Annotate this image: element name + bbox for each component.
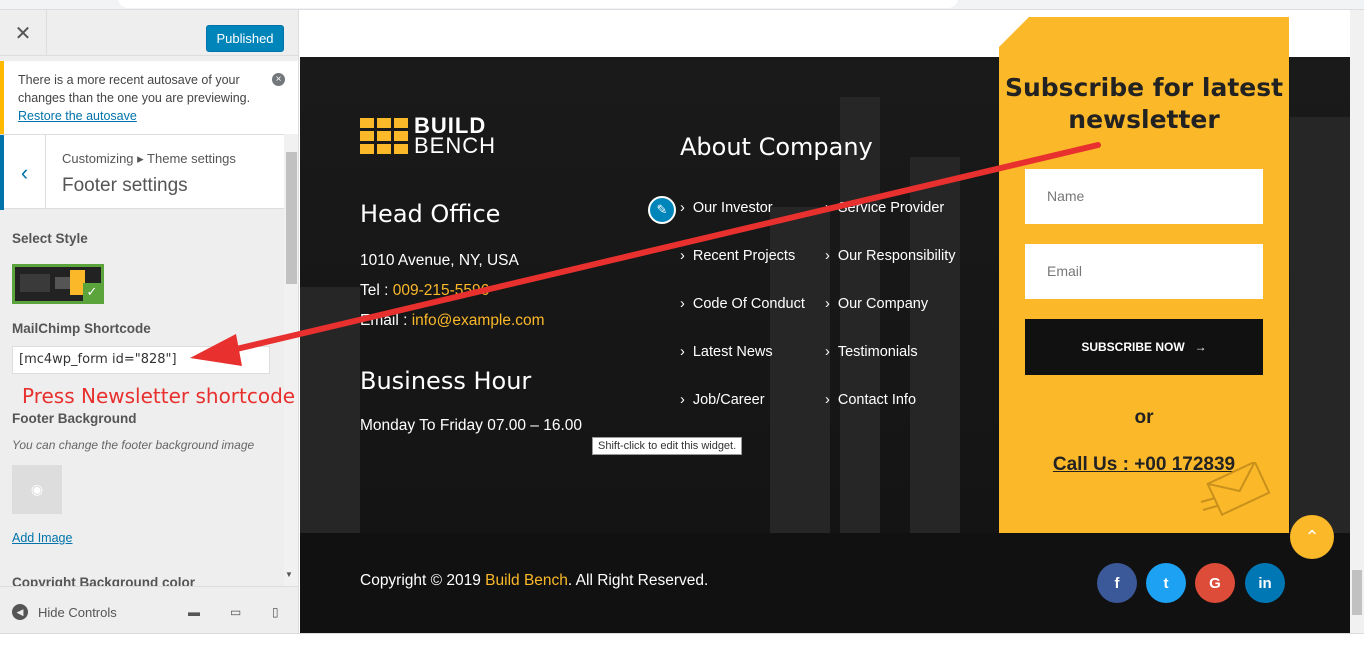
chevron-left-icon: ‹ [20, 159, 29, 185]
panel-scroll-thumb[interactable] [286, 152, 297, 284]
head-office-heading: Head Office [360, 200, 501, 228]
subscribe-box: Subscribe for latest newsletter Name Ema… [999, 17, 1289, 533]
tel-label: Tel : [360, 282, 389, 299]
copyright-brand-link[interactable]: Build Bench [485, 572, 568, 589]
eye-icon: ◉ [30, 481, 44, 497]
arrow-right-icon: → [1194, 340, 1207, 354]
page-scroll-thumb[interactable] [1352, 570, 1362, 615]
dismiss-icon[interactable]: × [272, 73, 285, 86]
google-button[interactable]: G [1195, 563, 1235, 603]
about-company-heading: About Company [680, 133, 873, 161]
hours-text: Monday To Friday 07.00 – 16.00 [360, 417, 583, 434]
publish-button[interactable]: Published [206, 25, 284, 52]
subscribe-now-button[interactable]: SUBSCRIBE NOW → [1025, 319, 1263, 375]
restore-autosave-link[interactable]: Restore the autosave [18, 109, 137, 123]
footer-background-label: Footer Background [12, 411, 137, 426]
autosave-notice: There is a more recent autosave of your … [0, 61, 298, 134]
footer-link[interactable]: Latest News [680, 344, 773, 360]
footer-link[interactable]: Our Company [825, 296, 928, 312]
or-separator: or [1134, 407, 1154, 428]
subscribe-title: Subscribe for latest newsletter [1004, 73, 1284, 134]
footer-link[interactable]: Our Investor [680, 200, 773, 216]
annotation-note: Press Newsletter shortcode [22, 384, 296, 408]
breadcrumb: Customizing ▸ Theme settings [62, 151, 236, 166]
collapse-icon: ◀ [12, 604, 28, 620]
hide-controls-button[interactable]: ◀ Hide Controls [12, 604, 117, 620]
widget-tooltip: Shift-click to edit this widget. [592, 437, 743, 455]
checkmark-icon: ✓ [83, 283, 101, 301]
hide-controls-label: Hide Controls [38, 604, 117, 620]
google-icon: G [1209, 574, 1221, 592]
copyright-prefix: Copyright © 2019 [360, 572, 481, 589]
page-scrollbar[interactable] [1350, 10, 1364, 633]
edit-widget-pencil-icon[interactable]: ✎ [648, 196, 676, 224]
twitter-button[interactable]: t [1146, 563, 1186, 603]
back-button[interactable]: ‹ [0, 135, 46, 210]
site-logo[interactable]: BUILD BENCH [360, 115, 497, 158]
section-title: Footer settings [62, 175, 188, 196]
panel-footer: ◀ Hide Controls ▬ ▭ ▯ [0, 586, 298, 633]
email-line: Email : info@example.com [360, 312, 545, 330]
email-label: Email : [360, 312, 408, 329]
subscribe-button-label: SUBSCRIBE NOW [1081, 340, 1185, 354]
add-image-link[interactable]: Add Image [12, 531, 72, 545]
site-preview: BUILD BENCH Head Office 1010 Avenue, NY,… [300, 10, 1350, 633]
linkedin-icon: in [1258, 574, 1272, 592]
close-customizer-button[interactable]: ✕ [0, 10, 47, 56]
envelope-icon [1200, 462, 1271, 516]
select-style-label: Select Style [12, 231, 88, 246]
footer-link[interactable]: Our Responsibility [825, 248, 956, 264]
address-text: 1010 Avenue, NY, USA [360, 252, 519, 269]
footer-style-option[interactable]: ✓ [12, 264, 104, 304]
scroll-to-top-button[interactable]: ⌃ [1290, 515, 1334, 559]
newsletter-name-input[interactable]: Name [1025, 169, 1263, 224]
copyright-text: Copyright © 2019 Build Bench. All Right … [360, 572, 708, 590]
brick-logo-icon [360, 118, 408, 154]
footer-link[interactable]: Job/Career [680, 392, 765, 408]
image-placeholder[interactable]: ◉ [12, 465, 62, 514]
tel-line: Tel : 009-215-5596 [360, 282, 489, 300]
linkedin-button[interactable]: in [1245, 563, 1285, 603]
tel-value[interactable]: 009-215-5596 [393, 282, 490, 299]
panel-header: ✕ Published [0, 10, 298, 56]
mailchimp-shortcode-input[interactable]: [mc4wp_form id="828"] [12, 346, 270, 374]
autosave-message: There is a more recent autosave of your … [18, 73, 251, 105]
footer-background-description: You can change the footer background ima… [12, 438, 255, 452]
footer-link[interactable]: Recent Projects [680, 248, 795, 264]
customizer-panel: ✕ Published There is a more recent autos… [0, 10, 299, 633]
close-icon: ✕ [14, 22, 32, 45]
desktop-preview-icon[interactable]: ▬ [188, 605, 202, 620]
mailchimp-label: MailChimp Shortcode [12, 321, 151, 336]
facebook-button[interactable]: f [1097, 563, 1137, 603]
footer-link[interactable]: Contact Info [825, 392, 916, 408]
facebook-icon: f [1114, 574, 1120, 592]
tablet-preview-icon[interactable]: ▭ [230, 605, 244, 620]
url-field[interactable] [118, 0, 958, 8]
mobile-preview-icon[interactable]: ▯ [272, 605, 286, 620]
copyright-suffix: . All Right Reserved. [567, 572, 709, 589]
newsletter-email-input[interactable]: Email [1025, 244, 1263, 299]
twitter-icon: t [1163, 574, 1169, 592]
email-value[interactable]: info@example.com [412, 312, 545, 329]
browser-address-bar [0, 0, 1364, 10]
business-hour-heading: Business Hour [360, 367, 532, 395]
footer-link[interactable]: Code Of Conduct [680, 296, 805, 312]
footer-link[interactable]: Service Provider [825, 200, 944, 216]
section-header: ‹ Customizing ▸ Theme settings Footer se… [0, 134, 284, 210]
bottom-edge [0, 633, 1364, 649]
scroll-down-arrow-icon[interactable]: ▼ [285, 570, 293, 579]
chevron-up-icon: ⌃ [1304, 526, 1320, 547]
logo-line-2: BENCH [414, 133, 497, 158]
footer-link[interactable]: Testimonials [825, 344, 918, 360]
